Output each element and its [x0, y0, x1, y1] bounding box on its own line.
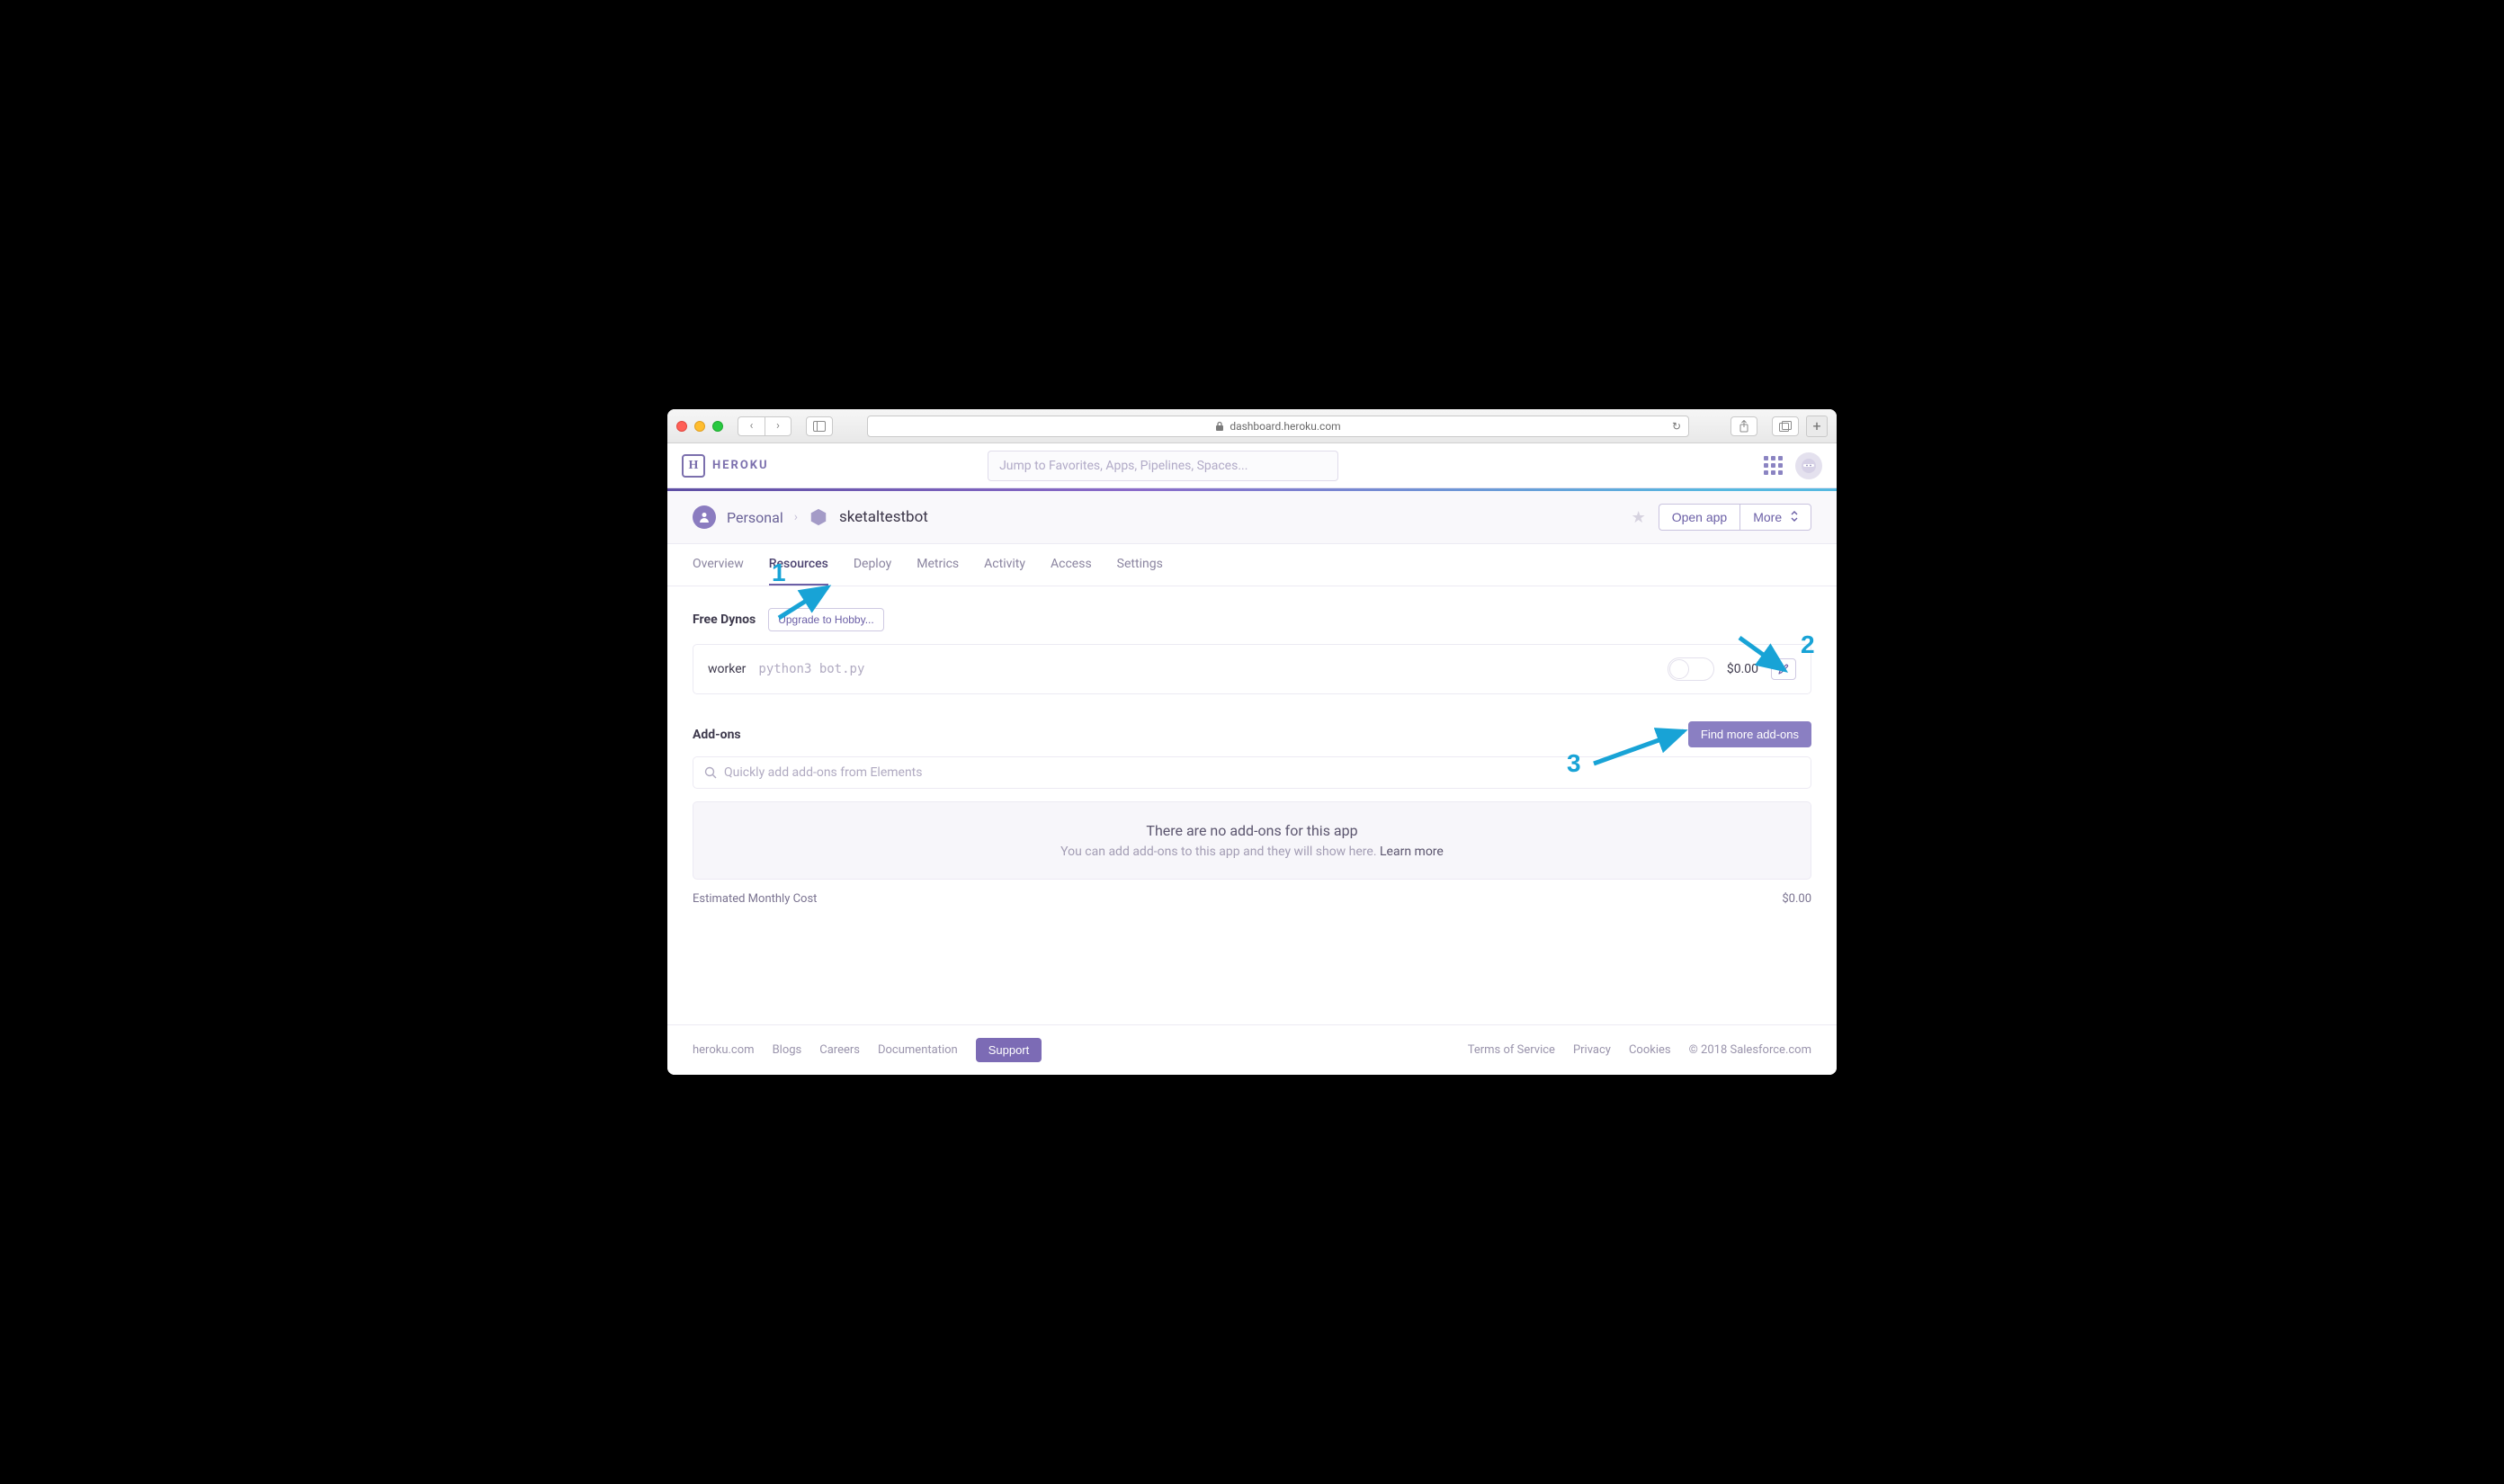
- search-placeholder: Jump to Favorites, Apps, Pipelines, Spac…: [999, 459, 1248, 473]
- share-icon: [1739, 420, 1749, 433]
- dyno-command: python3 bot.py: [758, 662, 864, 676]
- close-window-icon[interactable]: [676, 421, 687, 432]
- dyno-controls: $0.00: [1668, 657, 1796, 681]
- dyno-row: worker python3 bot.py $0.00: [693, 644, 1811, 694]
- tab-activity[interactable]: Activity: [984, 544, 1025, 586]
- tabs-icon: [1779, 421, 1792, 432]
- addons-empty-state: There are no add-ons for this app You ca…: [693, 801, 1811, 880]
- estimated-cost-label: Estimated Monthly Cost: [693, 892, 817, 906]
- breadcrumb-app: sketaltestbot: [839, 508, 928, 526]
- estimated-cost-row: Estimated Monthly Cost $0.00: [693, 892, 1811, 906]
- more-label: More: [1753, 510, 1782, 524]
- dynos-title: Free Dynos: [693, 612, 756, 627]
- app-tabs: Overview Resources Deploy Metrics Activi…: [667, 544, 1837, 586]
- back-button[interactable]: ‹: [738, 416, 765, 436]
- addons-learn-more-link[interactable]: Learn more: [1380, 845, 1444, 859]
- footer-link-privacy[interactable]: Privacy: [1573, 1043, 1611, 1057]
- resources-content: Free Dynos Upgrade to Hobby... worker py…: [667, 586, 1837, 1024]
- open-app-button[interactable]: Open app: [1659, 504, 1740, 531]
- footer-link-blogs[interactable]: Blogs: [773, 1043, 802, 1057]
- header-right: [1764, 452, 1822, 479]
- footer-link-heroku[interactable]: heroku.com: [693, 1043, 755, 1057]
- tab-metrics[interactable]: Metrics: [917, 544, 959, 586]
- dyno-price: $0.00: [1727, 662, 1758, 676]
- address-bar[interactable]: dashboard.heroku.com ↻: [867, 416, 1689, 437]
- app-hexagon-icon: [809, 507, 828, 527]
- tab-access[interactable]: Access: [1051, 544, 1092, 586]
- zoom-window-icon[interactable]: [712, 421, 723, 432]
- dyno-toggle[interactable]: [1668, 657, 1714, 681]
- person-icon: [698, 511, 711, 523]
- chevron-right-icon: ›: [794, 510, 798, 524]
- tab-settings[interactable]: Settings: [1117, 544, 1163, 586]
- browser-window: ‹ › dashboard.heroku.com ↻ + H HEROKU: [667, 409, 1837, 1075]
- ninja-avatar-icon: [1801, 458, 1817, 474]
- account-avatar[interactable]: [1795, 452, 1822, 479]
- reload-icon[interactable]: ↻: [1672, 420, 1681, 433]
- new-tab-button[interactable]: +: [1806, 416, 1828, 437]
- window-controls: [676, 421, 723, 432]
- footer-link-careers[interactable]: Careers: [819, 1043, 860, 1057]
- addons-empty-sub-text: You can add add-ons to this app and they…: [1060, 845, 1380, 859]
- heroku-header: H HEROKU Jump to Favorites, Apps, Pipeli…: [667, 443, 1837, 488]
- addons-search-placeholder: Quickly add add-ons from Elements: [724, 765, 922, 780]
- heroku-logo-text: HEROKU: [712, 459, 769, 472]
- favorite-star-icon[interactable]: ★: [1632, 508, 1646, 527]
- footer-link-docs[interactable]: Documentation: [878, 1043, 958, 1057]
- search-icon: [704, 766, 717, 779]
- footer-link-terms[interactable]: Terms of Service: [1468, 1043, 1555, 1057]
- sidebar-toggle-button[interactable]: [806, 416, 833, 436]
- tabs-button[interactable]: [1772, 416, 1799, 436]
- app-subheader: Personal › sketaltestbot ★ Open app More: [667, 491, 1837, 544]
- nav-arrows: ‹ ›: [738, 416, 791, 436]
- forward-button[interactable]: ›: [765, 416, 791, 436]
- url-host: dashboard.heroku.com: [1230, 420, 1340, 433]
- addons-section-header: Add-ons Find more add-ons: [693, 721, 1811, 747]
- sidebar-icon: [813, 421, 826, 432]
- heroku-logo[interactable]: H HEROKU: [682, 454, 769, 478]
- toggle-knob: [1669, 659, 1689, 679]
- updown-chevron-icon: [1791, 511, 1798, 522]
- apps-grid-icon[interactable]: [1764, 456, 1783, 475]
- breadcrumb-account[interactable]: Personal: [727, 509, 783, 526]
- upgrade-dynos-button[interactable]: Upgrade to Hobby...: [768, 608, 884, 631]
- browser-titlebar: ‹ › dashboard.heroku.com ↻ +: [667, 409, 1837, 443]
- addons-empty-sub: You can add add-ons to this app and they…: [713, 845, 1791, 859]
- dynos-section-header: Free Dynos Upgrade to Hobby...: [693, 608, 1811, 631]
- minimize-window-icon[interactable]: [694, 421, 705, 432]
- titlebar-right: +: [1723, 416, 1828, 437]
- heroku-logo-icon: H: [682, 454, 705, 478]
- app-action-buttons: Open app More: [1659, 504, 1811, 531]
- addons-empty-title: There are no add-ons for this app: [713, 822, 1791, 839]
- addons-search-input[interactable]: Quickly add add-ons from Elements: [693, 756, 1811, 789]
- page-footer: heroku.com Blogs Careers Documentation S…: [667, 1024, 1837, 1075]
- footer-right: Terms of Service Privacy Cookies © 2018 …: [1468, 1043, 1811, 1057]
- tab-resources[interactable]: Resources: [769, 544, 828, 586]
- tab-overview[interactable]: Overview: [693, 544, 744, 586]
- support-button[interactable]: Support: [976, 1038, 1042, 1062]
- addons-title: Add-ons: [693, 728, 741, 742]
- edit-dyno-button[interactable]: [1771, 658, 1796, 680]
- tab-deploy[interactable]: Deploy: [854, 544, 891, 586]
- personal-account-icon: [693, 505, 716, 529]
- pencil-icon: [1778, 664, 1789, 675]
- estimated-cost-value: $0.00: [1782, 892, 1811, 906]
- find-addons-button[interactable]: Find more add-ons: [1688, 721, 1811, 747]
- more-menu-button[interactable]: More: [1739, 504, 1811, 531]
- global-search-input[interactable]: Jump to Favorites, Apps, Pipelines, Spac…: [988, 451, 1338, 481]
- dyno-type: worker: [708, 662, 746, 676]
- subheader-actions: ★ Open app More: [1632, 504, 1811, 531]
- footer-link-cookies[interactable]: Cookies: [1629, 1043, 1671, 1057]
- footer-copyright: © 2018 Salesforce.com: [1689, 1043, 1811, 1057]
- share-button[interactable]: [1730, 416, 1757, 436]
- lock-icon: [1215, 421, 1224, 432]
